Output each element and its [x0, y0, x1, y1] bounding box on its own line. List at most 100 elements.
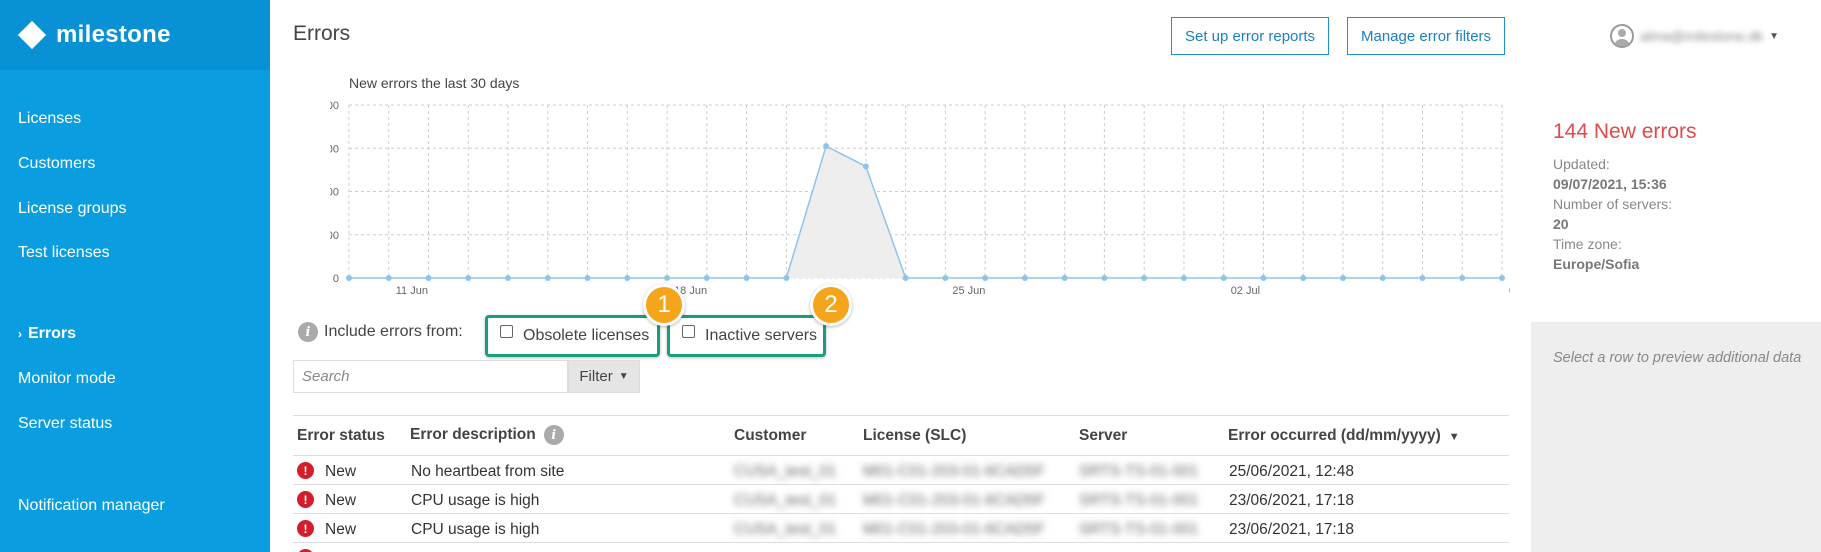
caret-down-icon: ▼ — [618, 371, 629, 382]
data-point-07 Jul — [1419, 275, 1426, 281]
x-tick-label: 11 Jun — [396, 285, 428, 297]
col-error-description-label: Error description — [410, 426, 536, 443]
chart-y-ticks: 0 100 200 300 400 — [330, 100, 339, 285]
checkbox-icon[interactable] — [682, 324, 695, 338]
row-occurred: 23/06/2021, 17:18 — [1229, 521, 1354, 538]
row-customer: CUSA_test_01 — [734, 492, 837, 509]
row-status: New — [325, 521, 357, 538]
updated-label: Updated: — [1553, 156, 1610, 172]
data-point-14 Jun — [505, 275, 512, 281]
row-server: SRTS-TS-01-001 — [1079, 492, 1199, 509]
sidebar-item-notification-manager[interactable]: Notification manager — [18, 497, 165, 515]
chart-area — [349, 145, 1502, 279]
data-point-09 Jul — [1499, 275, 1505, 281]
col-error-occurred[interactable]: Error occurred (dd/mm/yyyy) ▼ — [1228, 427, 1460, 445]
sidebar-item-errors[interactable]: › Errors — [18, 325, 76, 343]
info-icon[interactable]: i — [298, 322, 318, 342]
y-tick-label: 0 — [333, 273, 339, 285]
callout-badge-1: 1 — [643, 284, 685, 326]
data-point-21 Jun — [783, 275, 790, 281]
data-point-19 Jun — [703, 275, 710, 281]
sidebar-item-monitor-mode[interactable]: Monitor mode — [18, 370, 116, 388]
timezone-value: Europe/Sofia — [1553, 256, 1640, 272]
col-error-occurred-label: Error occurred (dd/mm/yyyy) — [1228, 427, 1441, 444]
row-server: SRTS-TS-01-001 — [1079, 463, 1199, 480]
search-input[interactable] — [293, 360, 568, 393]
col-error-description[interactable]: Error description i — [410, 425, 564, 445]
user-menu[interactable]: alma@milestone.dk ▼ — [1610, 24, 1779, 48]
logo[interactable]: milestone — [0, 0, 270, 70]
sidebar-item-label: Errors — [28, 325, 77, 342]
data-point-27 Jun — [1021, 275, 1028, 281]
chart-grid — [348, 104, 1503, 279]
sidebar-item-test-licenses[interactable]: Test licenses — [18, 244, 110, 262]
data-point-16 Jun — [584, 275, 591, 281]
data-point-05 Jul — [1339, 275, 1346, 281]
brand-name: milestone — [56, 21, 171, 48]
error-summary: 144 New errors Updated: 09/07/2021, 15:3… — [1553, 120, 1697, 274]
data-point-04 Jul — [1300, 275, 1307, 281]
info-icon[interactable]: i — [543, 425, 564, 445]
data-point-10 Jun — [346, 275, 352, 281]
user-email: alma@milestone.dk — [1640, 28, 1764, 44]
data-point-26 Jun — [982, 275, 989, 281]
data-point-22 Jun — [823, 143, 830, 150]
chart-x-ticks: 11 Jun18 Jun25 Jun02 Jul09 Jul — [396, 285, 1510, 297]
row-occurred: 23/06/2021, 17:18 — [1229, 492, 1354, 509]
row-border — [293, 513, 1509, 514]
row-license: M01-C01-203-01-6CAD5F — [863, 492, 1045, 509]
new-errors-count: 144 New errors — [1553, 120, 1697, 143]
col-error-status[interactable]: Error status — [297, 427, 385, 445]
row-customer: CUSA_test_01 — [734, 521, 837, 538]
checkbox-icon[interactable] — [500, 324, 513, 338]
row-description: CPU usage is high — [411, 492, 540, 509]
sidebar: milestone Licenses Customers License gro… — [0, 0, 270, 552]
data-point-03 Jul — [1260, 275, 1267, 281]
series-line — [349, 145, 1502, 279]
milestone-logo-icon — [17, 20, 47, 50]
data-point-11 Jun — [385, 275, 392, 281]
data-point-15 Jun — [544, 275, 551, 281]
sidebar-item-licenses[interactable]: Licenses — [18, 110, 81, 128]
error-icon: ! — [297, 520, 314, 537]
row-server: SRTS-TS-01-001 — [1079, 521, 1199, 538]
callout-badge-2: 2 — [810, 284, 852, 326]
timezone-label: Time zone: — [1553, 236, 1622, 252]
col-customer[interactable]: Customer — [734, 427, 806, 445]
col-server[interactable]: Server — [1079, 427, 1127, 445]
sidebar-item-license-groups[interactable]: License groups — [18, 200, 127, 218]
sidebar-item-customers[interactable]: Customers — [18, 155, 95, 173]
setup-error-reports-button[interactable]: Set up error reports — [1171, 17, 1330, 55]
y-tick-label: 300 — [330, 143, 339, 155]
manage-error-filters-button[interactable]: Manage error filters — [1347, 17, 1506, 55]
row-border — [293, 542, 1509, 543]
row-status: New — [325, 463, 357, 480]
row-customer: CUSA_test_01 — [734, 463, 837, 480]
table-header-border — [293, 455, 1509, 456]
col-license[interactable]: License (SLC) — [863, 427, 966, 445]
row-description: CPU usage is high — [411, 521, 540, 538]
y-tick-label: 200 — [330, 187, 339, 199]
filter-button[interactable]: Filter ▼ — [568, 360, 640, 393]
inactive-servers-checkbox[interactable]: Inactive servers — [667, 315, 826, 357]
table-top-border — [293, 415, 1509, 416]
obsolete-licenses-checkbox[interactable]: Obsolete licenses — [485, 315, 660, 357]
include-errors-label: Include errors from: — [324, 323, 463, 340]
inactive-servers-label: Inactive servers — [705, 327, 818, 344]
data-point-17 Jun — [624, 275, 631, 281]
avatar-icon — [1610, 24, 1634, 48]
sort-desc-icon[interactable]: ▼ — [1449, 431, 1460, 443]
data-point-01 Jul — [1180, 275, 1187, 281]
data-point-08 Jul — [1459, 275, 1466, 281]
data-point-30 Jun — [1141, 275, 1148, 281]
sidebar-item-server-status[interactable]: Server status — [18, 415, 112, 433]
row-description: No heartbeat from site — [411, 463, 565, 480]
errors-chart: New errors the last 30 days 0 100 200 300 40… — [330, 75, 1510, 297]
preview-panel: Select a row to preview additional data — [1531, 322, 1821, 552]
data-point-13 Jun — [465, 275, 472, 281]
chart-title: New errors the last 30 days — [349, 75, 519, 91]
data-point-24 Jun — [902, 275, 909, 281]
chevron-right-icon: › — [18, 327, 22, 341]
y-tick-label: 100 — [330, 230, 339, 242]
caret-down-icon: ▼ — [1769, 30, 1780, 42]
